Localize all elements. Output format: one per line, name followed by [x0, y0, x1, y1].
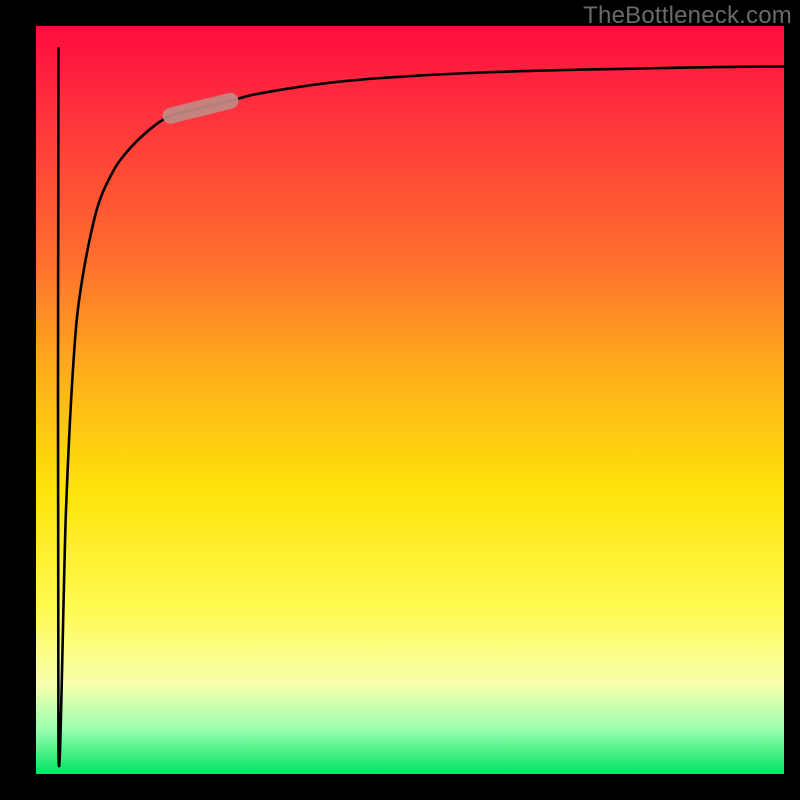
bottleneck-curve	[58, 48, 784, 766]
watermark-text: TheBottleneck.com	[583, 2, 792, 30]
curve-highlight-segment	[171, 101, 231, 116]
plot-area	[36, 26, 784, 774]
chart-stage: TheBottleneck.com	[0, 0, 800, 800]
curve-layer	[36, 26, 784, 774]
